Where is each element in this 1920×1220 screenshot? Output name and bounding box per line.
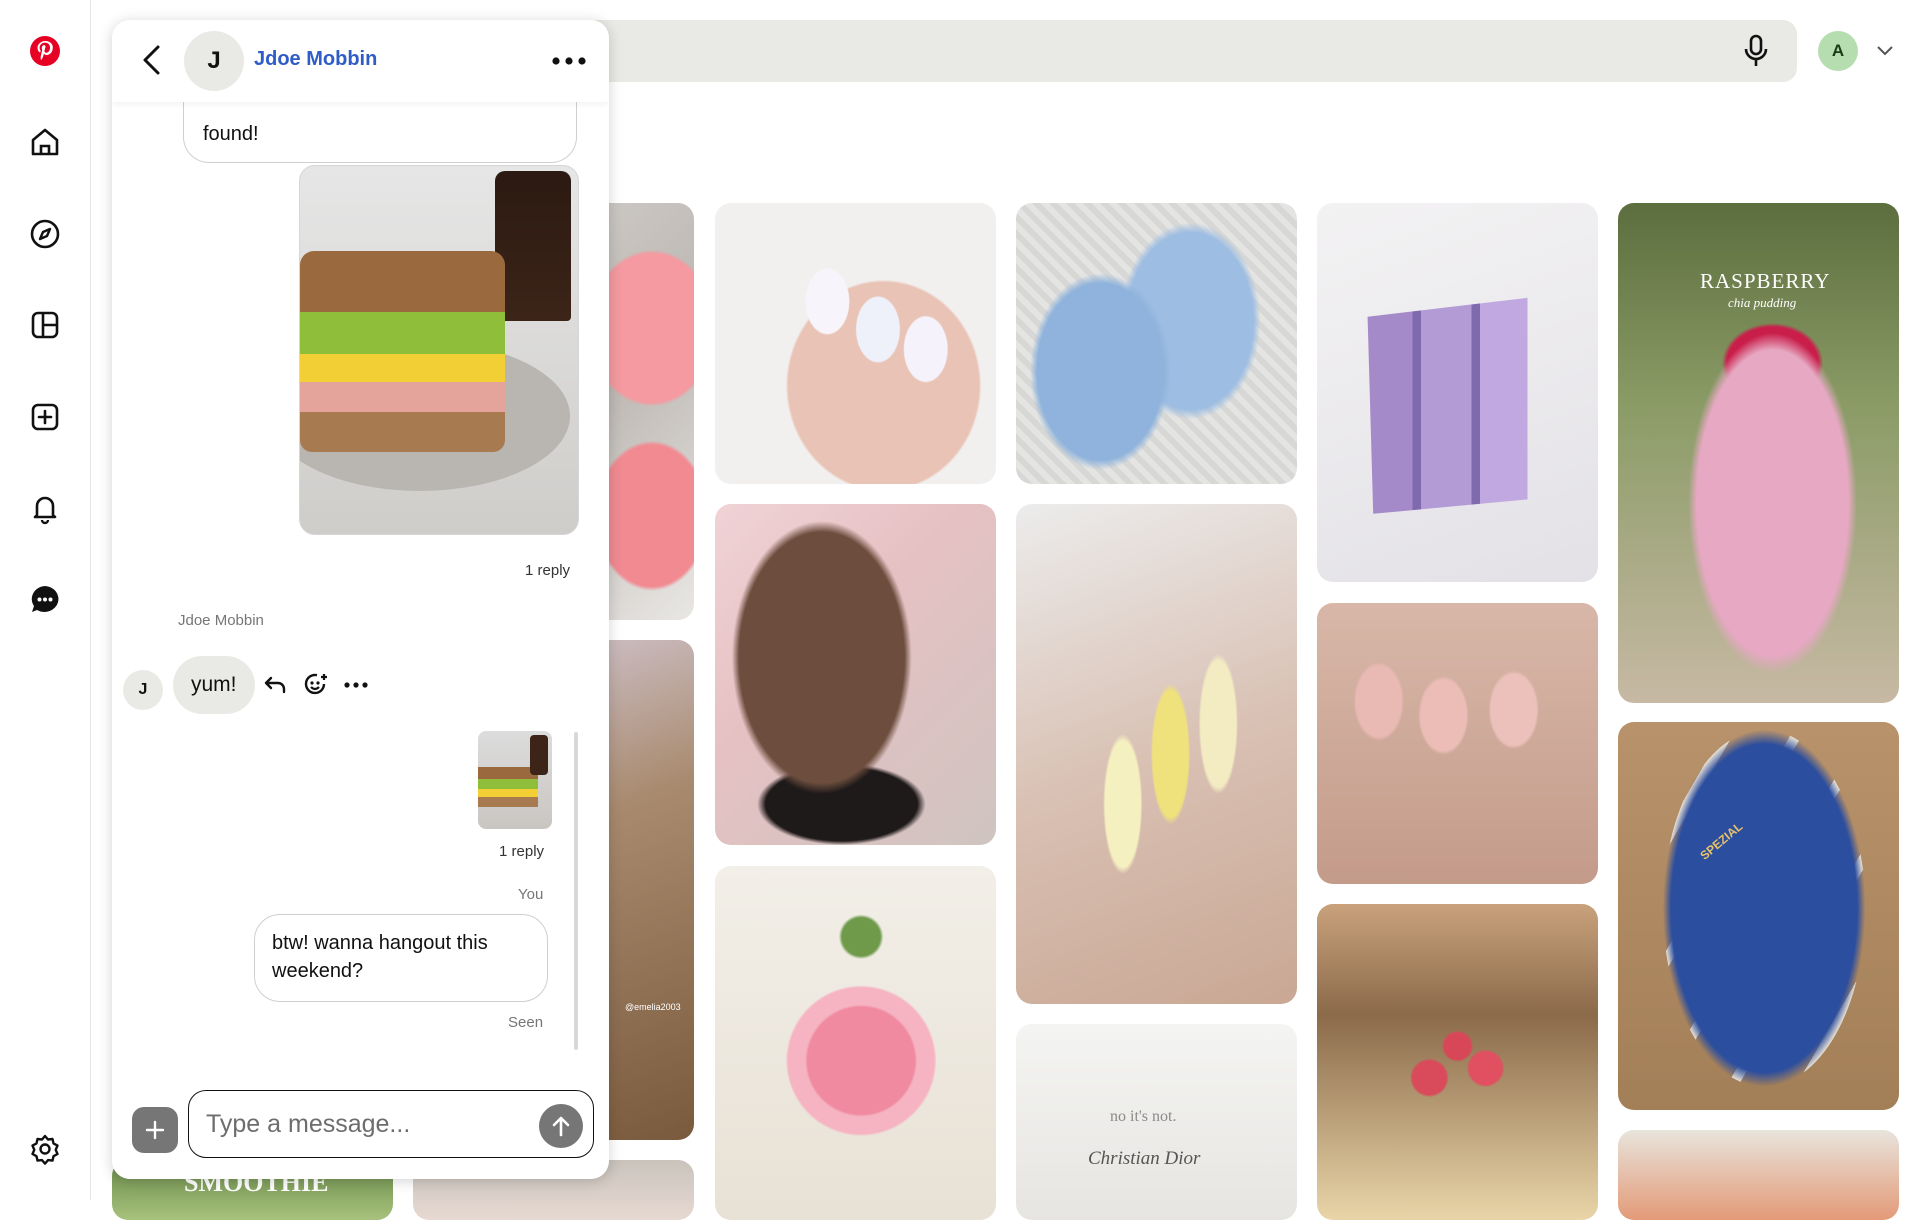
reply-icon[interactable]: [259, 669, 291, 701]
pin-yellow-nails[interactable]: [1016, 504, 1297, 1004]
messages-icon[interactable]: [21, 576, 69, 624]
create-icon[interactable]: [21, 393, 69, 441]
you-label: You: [518, 886, 544, 903]
pin-bow-hairstyle[interactable]: [715, 504, 996, 845]
chat-panel: J Jdoe Mobbin found! 1 reply Jdoe Mobbin…: [112, 20, 609, 1179]
pin-lily-bouquet[interactable]: [715, 866, 996, 1220]
settings-icon[interactable]: [21, 1125, 69, 1173]
notifications-icon[interactable]: [21, 484, 69, 532]
reply-count[interactable]: 1 reply: [499, 843, 544, 860]
incoming-message-bubble[interactable]: yum!: [173, 656, 255, 714]
contact-name[interactable]: Jdoe Mobbin: [254, 48, 377, 71]
pin-brand: Christian Dior: [1088, 1148, 1201, 1169]
search-bar[interactable]: [560, 20, 1797, 82]
more-options-icon[interactable]: [547, 46, 591, 76]
pin-french-nails[interactable]: [1317, 603, 1598, 884]
explore-icon[interactable]: [21, 210, 69, 258]
message-text: found!: [203, 123, 259, 145]
message-input[interactable]: [204, 1103, 518, 1145]
pin-salmon-toast[interactable]: [1618, 1130, 1899, 1220]
sender-name: Jdoe Mobbin: [178, 612, 264, 629]
bread-top: [300, 251, 505, 313]
chat-header: J Jdoe Mobbin: [112, 20, 609, 102]
pin-chrome-nails[interactable]: [715, 203, 996, 484]
pin-watermark: @emelia2003: [625, 1002, 681, 1012]
home-icon[interactable]: [21, 118, 69, 166]
ham-layer: [300, 382, 505, 412]
pin-book-set[interactable]: [1317, 203, 1598, 582]
send-button[interactable]: [539, 1104, 583, 1148]
scrollbar[interactable]: [574, 732, 578, 1050]
pin-caption: RASPBERRY: [1700, 269, 1831, 293]
thumb-bread-bottom: [478, 797, 538, 807]
drink-glass: [495, 171, 571, 321]
shared-pin-thumbnail[interactable]: [478, 731, 552, 829]
thumb-drink: [530, 735, 548, 775]
reply-count[interactable]: 1 reply: [525, 562, 570, 579]
contact-avatar[interactable]: J: [184, 31, 244, 91]
account-avatar[interactable]: A: [1818, 31, 1858, 71]
thumb-bread: [478, 767, 538, 779]
bread-bottom: [300, 412, 505, 452]
pin-blue-sneakers[interactable]: SPEZIAL: [1618, 722, 1899, 1110]
message-text: yum!: [191, 673, 237, 696]
pin-caption: no it's not.: [1110, 1108, 1177, 1125]
pin-dior-bag[interactable]: no it's not. Christian Dior: [1016, 1024, 1297, 1220]
seen-status: Seen: [508, 1014, 544, 1031]
outgoing-message-bubble[interactable]: btw! wanna hangout this weekend?: [254, 914, 548, 1002]
image-message[interactable]: [299, 165, 579, 535]
more-actions-icon[interactable]: [340, 669, 372, 701]
add-reaction-icon[interactable]: [300, 669, 332, 701]
boards-icon[interactable]: [21, 301, 69, 349]
egg-layer: [300, 354, 505, 382]
thumb-egg: [478, 789, 538, 797]
message-composer: [188, 1090, 594, 1158]
chevron-down-icon[interactable]: [1874, 40, 1896, 62]
back-button[interactable]: [134, 42, 170, 78]
microphone-icon[interactable]: [1739, 34, 1773, 68]
pin-subcaption: chia pudding: [1728, 295, 1797, 310]
add-attachment-button[interactable]: [132, 1107, 178, 1153]
pin-blue-heels[interactable]: [1016, 203, 1297, 484]
pin-strawberry-crepe-cake[interactable]: [1317, 904, 1598, 1220]
pinterest-logo-icon[interactable]: [21, 27, 69, 75]
message-text: btw! wanna hangout this weekend?: [272, 932, 488, 982]
avocado-layer: [300, 312, 505, 354]
left-rail: [0, 0, 91, 1200]
pin-raspberry-chia[interactable]: RASPBERRY chia pudding: [1618, 203, 1899, 703]
thumb-avocado: [478, 779, 538, 789]
sender-avatar[interactable]: J: [123, 670, 163, 710]
